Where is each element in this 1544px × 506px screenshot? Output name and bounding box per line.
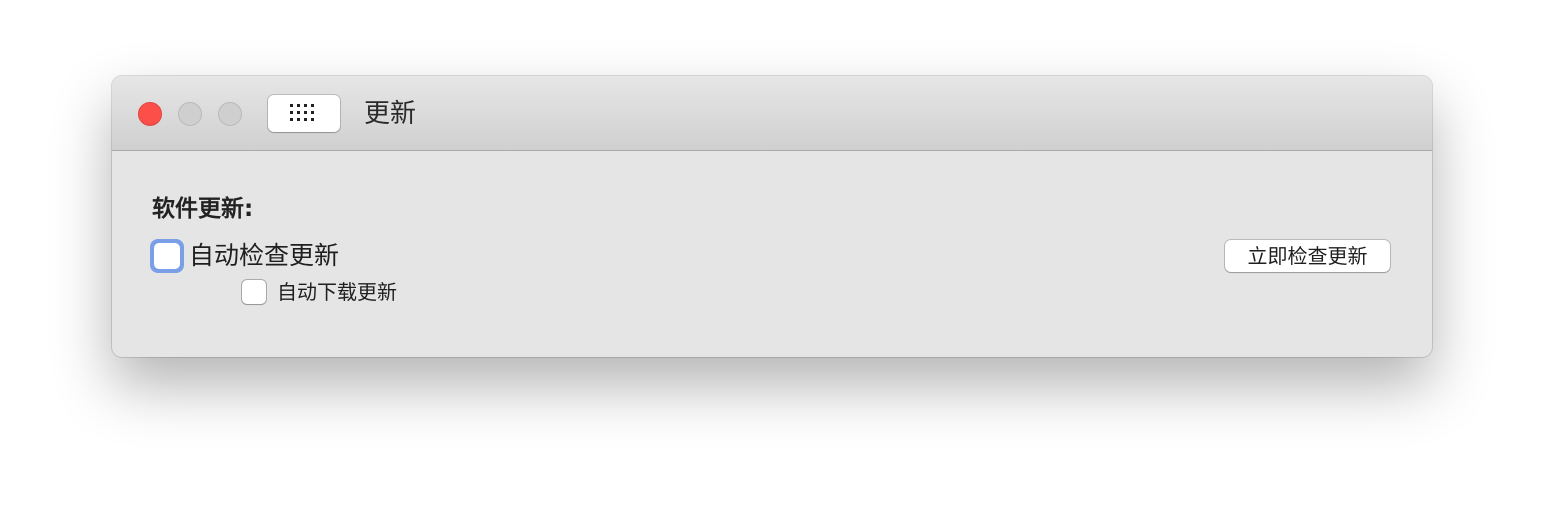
- auto-download-label[interactable]: 自动下载更新: [277, 278, 397, 306]
- show-all-button[interactable]: [268, 95, 340, 132]
- grid-icon: [290, 103, 314, 121]
- preferences-window: 更新 软件更新: 自动检查更新 自动下载更新 立即检查更新: [112, 76, 1432, 357]
- software-update-heading: 软件更新:: [152, 196, 254, 222]
- check-now-button[interactable]: 立即检查更新: [1225, 240, 1390, 272]
- minimize-button[interactable]: [178, 102, 202, 126]
- auto-download-checkbox[interactable]: [242, 280, 266, 304]
- auto-check-checkbox[interactable]: [150, 239, 184, 273]
- title-bar[interactable]: 更新: [112, 76, 1432, 151]
- zoom-button[interactable]: [218, 102, 242, 126]
- checkbox-box: [154, 243, 180, 269]
- window-title: 更新: [364, 99, 417, 129]
- close-button[interactable]: [138, 102, 162, 126]
- auto-check-label[interactable]: 自动检查更新: [189, 240, 339, 272]
